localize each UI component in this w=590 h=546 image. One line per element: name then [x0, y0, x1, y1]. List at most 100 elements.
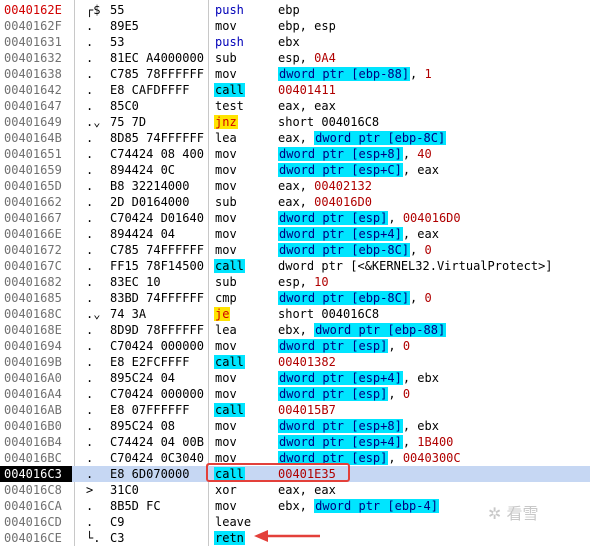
operands-cell: eax, 004016D0 [278, 194, 372, 210]
disassembly-row[interactable]: 004016A0. 895C24 04 mov dword ptr [esp+4], … [0, 370, 590, 386]
operands-cell: eax, 00402132 [278, 178, 372, 194]
operand-text: ebx, [278, 323, 315, 337]
disassembly-row[interactable]: 00401667. C70424 D01640 mov dword ptr [esp]… [0, 210, 590, 226]
hex-bytes-cell: 31C0 [110, 483, 139, 497]
mnemonic-cell: call [214, 403, 245, 417]
disassembly-row[interactable]: 004016AB. E8 07FFFFFF call 004015B7 [0, 402, 590, 418]
operand-text: , [410, 243, 425, 257]
address-cell: 00401667 [4, 211, 62, 225]
hex-bytes-cell: 55 [110, 3, 125, 17]
address-cell: 00401682 [4, 275, 62, 289]
disassembly-row[interactable]: 0040164B. 8D85 74FFFFFF lea eax, dword ptr … [0, 130, 590, 146]
flow-marker: . [86, 19, 94, 33]
disassembly-row[interactable]: 00401662. 2D D0164000 sub eax, 004016D0 [0, 194, 590, 210]
hex-bytes-cell: 83BD 74FFFFFF [110, 291, 204, 305]
disassembly-row[interactable]: 0040169B. E8 E2FCFFFF call 00401382 [0, 354, 590, 370]
watermark: ✲ 看雪 [488, 504, 539, 523]
disassembly-row[interactable]: 004016B0. 895C24 08 mov dword ptr [esp+8], … [0, 418, 590, 434]
disassembly-row[interactable]: 0040162F. 89E5 mov ebp, esp [0, 18, 590, 34]
disassembly-row[interactable]: 00401685. 83BD 74FFFFFF cmp dword ptr [ebp-… [0, 290, 590, 306]
disassembly-row[interactable]: 00401642. E8 CAFDFFFF call 00401411 [0, 82, 590, 98]
flow-marker: . [86, 387, 94, 401]
disassembly-row[interactable]: 00401651. C74424 08 400 mov dword ptr [esp+… [0, 146, 590, 162]
disassembly-row[interactable]: 00401638. C785 78FFFFFF mov dword ptr [ebp-… [0, 66, 590, 82]
operands-cell: esp, 0A4 [278, 50, 336, 66]
operand-text: dword ptr [<&KERNEL32.VirtualProtect>] [278, 259, 553, 273]
address-cell: 004016BC [4, 451, 62, 465]
address-cell: 00401672 [4, 243, 62, 257]
flow-marker: . [86, 227, 94, 241]
flow-marker: . [86, 451, 94, 465]
address-cell: 004016A4 [4, 387, 62, 401]
operand-text: ebx [278, 35, 300, 49]
immediate-operand: 0 [424, 243, 432, 257]
immediate-operand: 10 [314, 275, 329, 289]
operands-cell: ebx, dword ptr [ebp-4] [278, 498, 439, 514]
disassembly-row[interactable]: 004016C8 >31C0 xor eax, eax [0, 482, 590, 498]
memory-operand: dword ptr [ebp-88] [278, 67, 411, 81]
operands-cell: dword ptr [esp], 0 [278, 338, 410, 354]
hex-bytes-cell: C785 78FFFFFF [110, 67, 204, 81]
flow-marker: . [86, 243, 94, 257]
address-cell: 0040166E [4, 227, 62, 241]
annotation-arrow-icon [254, 530, 320, 542]
flow-marker: .⌄ [86, 115, 101, 129]
mnemonic-cell: call [214, 83, 245, 97]
disassembly-row[interactable]: 00401672. C785 74FFFFFF mov dword ptr [ebp-… [0, 242, 590, 258]
disassembly-row[interactable]: 00401682. 83EC 10 sub esp, 10 [0, 274, 590, 290]
operand-text: eax, [278, 179, 315, 193]
hex-bytes-cell: C9 [110, 515, 125, 529]
mnemonic-cell: mov [215, 147, 237, 161]
disassembly-row[interactable]: 00401631. 53 push ebx [0, 34, 590, 50]
disassembly-row[interactable]: 0040162E ┌$ 55 push ebp [0, 2, 590, 18]
operands-cell: dword ptr [esp+4], 1B400 [278, 434, 453, 450]
mnemonic-cell: mov [215, 435, 237, 449]
disassembly-row[interactable]: 00401647. 85C0 test eax, eax [0, 98, 590, 114]
disassembly-row[interactable]: 0040167C. FF15 78F14500 call dword ptr [<&K… [0, 258, 590, 274]
flow-marker: . [86, 195, 94, 209]
flow-marker: . [86, 179, 94, 193]
flow-marker: . [86, 403, 94, 417]
hex-bytes-cell: C74424 04 00B [110, 435, 204, 449]
disassembly-row[interactable]: 00401632. 81EC A4000000 sub esp, 0A4 [0, 50, 590, 66]
address-cell: 004016CE [4, 531, 62, 545]
operand-text: , [388, 339, 403, 353]
hex-bytes-cell: 894424 04 [110, 227, 176, 241]
hex-bytes-cell: 53 [110, 35, 125, 49]
mnemonic-cell: mov [215, 211, 237, 225]
operand-text: esp, [278, 51, 315, 65]
immediate-operand: 004016D0 [314, 195, 372, 209]
mnemonic-cell: lea [215, 323, 237, 337]
memory-operand: dword ptr [ebp-8C] [278, 291, 411, 305]
flow-marker: . [86, 419, 94, 433]
operands-cell: dword ptr [esp], 0 [278, 386, 410, 402]
flow-marker: . [86, 67, 94, 81]
disassembly-row[interactable]: 00401659. 894424 0C mov dword ptr [esp+C], … [0, 162, 590, 178]
address-cell: 004016CD [4, 515, 62, 529]
disassembly-row[interactable]: 0040166E. 894424 04 mov dword ptr [esp+4], … [0, 226, 590, 242]
operands-cell: eax, dword ptr [ebp-8C] [278, 130, 447, 146]
call-highlight-box [206, 463, 350, 482]
operand-text: , [388, 387, 403, 401]
immediate-operand: 004015B7 [278, 403, 336, 417]
disassembly-row[interactable]: 0040165D. B8 32214000 mov eax, 00402132 [0, 178, 590, 194]
hex-bytes-cell: C70424 000000 [110, 339, 204, 353]
operand-text: , [388, 211, 403, 225]
immediate-operand: 00402132 [314, 179, 372, 193]
immediate-operand: 004016D0 [402, 211, 461, 225]
flow-marker: . [86, 515, 94, 529]
disassembly-row[interactable]: 00401649 .⌄ 75 7D jnz short 004016C8 [0, 114, 590, 130]
disassembly-row[interactable]: 0040168E. 8D9D 78FFFFFF lea ebx, dword ptr … [0, 322, 590, 338]
operands-cell: dword ptr [esp], 004016D0 [278, 210, 461, 226]
flow-marker: . [86, 275, 94, 289]
flow-marker: . [86, 51, 94, 65]
disassembly-row[interactable]: 00401694. C70424 000000 mov dword ptr [esp]… [0, 338, 590, 354]
memory-operand: dword ptr [esp+8] [278, 419, 403, 433]
address-cell: 00401659 [4, 163, 62, 177]
disassembly-row[interactable]: 0040168C .⌄ 74 3A je short 004016C8 [0, 306, 590, 322]
disassembly-row[interactable]: 004016B4. C74424 04 00B mov dword ptr [esp+… [0, 434, 590, 450]
operand-text: eax, eax [278, 99, 336, 113]
disassembly-row[interactable]: 004016A4. C70424 000000 mov dword ptr [esp]… [0, 386, 590, 402]
mnemonic-cell: call [214, 259, 245, 273]
memory-operand: dword ptr [esp+C] [278, 163, 403, 177]
